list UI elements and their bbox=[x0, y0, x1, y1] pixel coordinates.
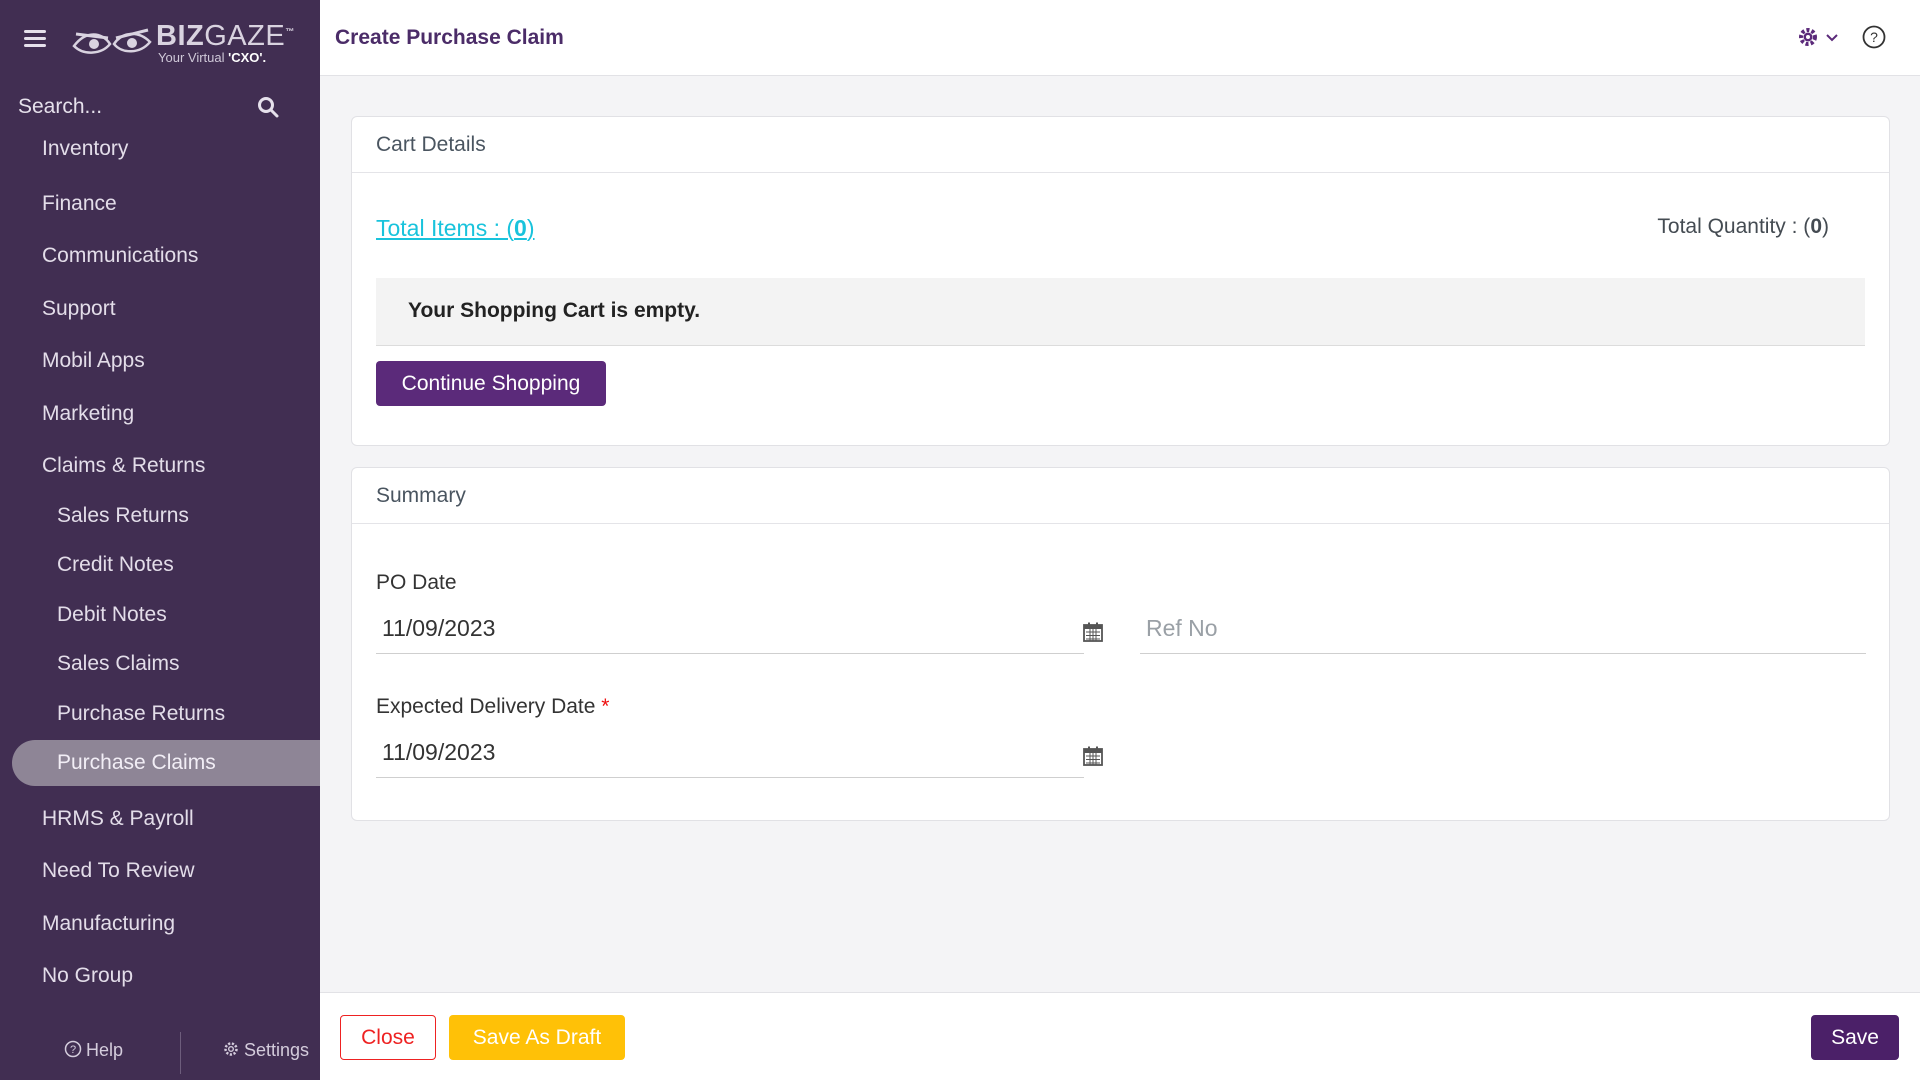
sidebar-item-communications[interactable]: Communications bbox=[0, 236, 320, 276]
summary-header: Summary bbox=[352, 468, 1889, 524]
sidebar-item-debit-notes[interactable]: Debit Notes bbox=[0, 595, 320, 635]
settings-link[interactable]: Settings bbox=[222, 1040, 309, 1061]
chevron-down-icon bbox=[1826, 34, 1838, 42]
logo-wordmark: BIZGAZE™ bbox=[156, 20, 295, 52]
required-marker: * bbox=[601, 695, 610, 718]
sidebar-item-support[interactable]: Support bbox=[0, 289, 320, 329]
sidebar-item-finance[interactable]: Finance bbox=[0, 184, 320, 224]
sidebar-item-no-group[interactable]: No Group bbox=[0, 956, 320, 996]
close-button[interactable]: Close bbox=[340, 1015, 436, 1060]
empty-cart-message: Your Shopping Cart is empty. bbox=[408, 299, 701, 322]
po-date-field[interactable] bbox=[376, 604, 1084, 654]
logo-eyes-icon bbox=[72, 28, 152, 54]
sidebar-item-purchase-returns[interactable]: Purchase Returns bbox=[0, 694, 320, 734]
total-quantity: Total Quantity : (0) bbox=[1657, 215, 1829, 238]
sidebar-item-sales-claims[interactable]: Sales Claims bbox=[0, 644, 320, 684]
delivery-date-label: Expected Delivery Date * bbox=[376, 695, 610, 718]
cart-details-header: Cart Details bbox=[352, 117, 1889, 173]
sidebar-item-marketing[interactable]: Marketing bbox=[0, 394, 320, 434]
cart-details-card: Cart Details Total Items : (0) Total Qua… bbox=[351, 116, 1890, 446]
help-icon[interactable]: ? bbox=[1861, 24, 1887, 50]
brand-bar: BIZGAZE™ Your Virtual 'CXO'. bbox=[0, 0, 320, 82]
sidebar-item-claims-returns[interactable]: Claims & Returns bbox=[0, 446, 320, 486]
sidebar-item-inventory[interactable]: Inventory bbox=[0, 132, 320, 169]
calendar-icon[interactable] bbox=[1082, 745, 1104, 767]
svg-text:?: ? bbox=[70, 1044, 76, 1056]
question-circle-icon: ? bbox=[64, 1040, 82, 1058]
sidebar-item-need-to-review[interactable]: Need To Review bbox=[0, 851, 320, 891]
sidebar-nav: Inventory Finance Communications Support… bbox=[0, 132, 320, 1000]
po-date-label: PO Date bbox=[376, 571, 457, 594]
continue-shopping-button[interactable]: Continue Shopping bbox=[376, 361, 606, 406]
calendar-icon[interactable] bbox=[1082, 621, 1104, 643]
page-title: Create Purchase Claim bbox=[335, 26, 564, 49]
empty-cart-box: Your Shopping Cart is empty. bbox=[376, 278, 1865, 346]
hamburger-menu-icon[interactable] bbox=[24, 30, 46, 48]
footer-divider bbox=[180, 1032, 181, 1074]
bizgaze-logo[interactable]: BIZGAZE™ Your Virtual 'CXO'. bbox=[72, 18, 295, 68]
sidebar: BIZGAZE™ Your Virtual 'CXO'. Inventory F… bbox=[0, 0, 320, 1080]
save-as-draft-button[interactable]: Save As Draft bbox=[449, 1015, 625, 1060]
search-input[interactable] bbox=[18, 90, 248, 124]
top-bar: Create Purchase Claim ? bbox=[320, 0, 1920, 76]
logo-tagline: Your Virtual 'CXO'. bbox=[158, 50, 267, 65]
help-link[interactable]: ? Help bbox=[64, 1040, 123, 1061]
sidebar-item-credit-notes[interactable]: Credit Notes bbox=[0, 545, 320, 585]
ref-no-field[interactable] bbox=[1140, 604, 1866, 654]
summary-card: Summary PO Date Expected Delivery Date * bbox=[351, 467, 1890, 821]
save-button[interactable]: Save bbox=[1811, 1015, 1899, 1060]
gear-icon bbox=[1799, 28, 1817, 46]
svg-text:?: ? bbox=[1870, 29, 1878, 45]
total-items-link[interactable]: Total Items : (0) bbox=[376, 215, 535, 242]
settings-dropdown[interactable] bbox=[1797, 26, 1845, 50]
sidebar-footer: ? Help Settings bbox=[0, 1020, 320, 1080]
sidebar-item-manufacturing[interactable]: Manufacturing bbox=[0, 904, 320, 944]
action-footer: Close Save As Draft Save bbox=[320, 992, 1920, 1080]
delivery-date-field[interactable] bbox=[376, 728, 1084, 778]
sidebar-search bbox=[0, 82, 320, 132]
gear-icon bbox=[224, 1042, 238, 1056]
sidebar-item-sales-returns[interactable]: Sales Returns bbox=[0, 496, 320, 536]
search-icon[interactable] bbox=[256, 95, 280, 119]
sidebar-item-purchase-claims[interactable]: Purchase Claims bbox=[12, 740, 320, 786]
sidebar-item-hrms-payroll[interactable]: HRMS & Payroll bbox=[0, 799, 320, 839]
sidebar-item-mobil-apps[interactable]: Mobil Apps bbox=[0, 341, 320, 381]
